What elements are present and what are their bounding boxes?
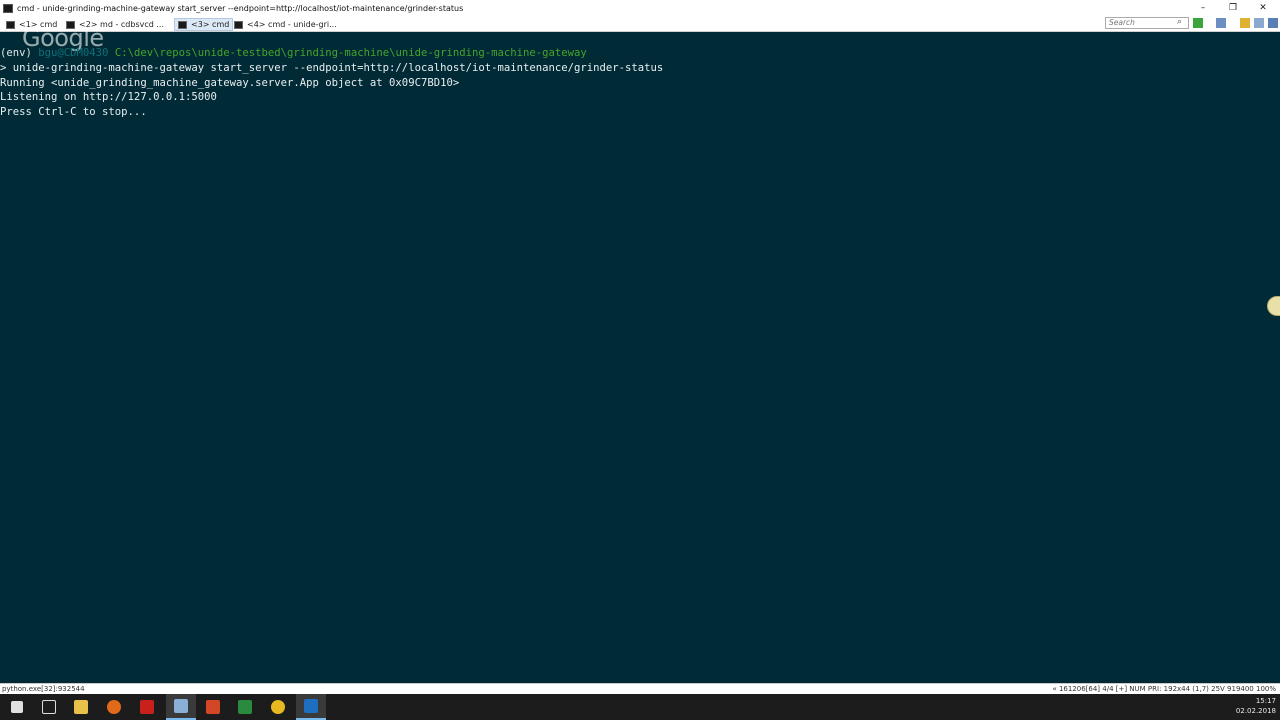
console-app-icon — [3, 3, 13, 13]
excel-icon[interactable] — [230, 694, 260, 720]
task-view-icon[interactable] — [34, 694, 64, 720]
firefox-icon[interactable] — [99, 694, 129, 720]
tab-4[interactable]: <4> cmd - unide-gri... — [234, 18, 337, 31]
title-bar: cmd - unide-grinding-machine-gateway sta… — [0, 0, 1280, 16]
clock-time: 15:17 — [1255, 697, 1276, 705]
console-icon[interactable] — [166, 694, 196, 720]
tab-label: <3> cmd — [191, 20, 230, 29]
console-tab-icon — [234, 20, 243, 29]
prompt-env: (env) — [0, 47, 39, 59]
outlook-icon[interactable] — [296, 694, 326, 720]
status-process: python.exe[32]:932544 — [2, 685, 85, 693]
lock-icon[interactable] — [1240, 18, 1250, 28]
console-line-command: > unide-grinding-machine-gateway start_s… — [0, 61, 664, 74]
windows-start-icon[interactable] — [2, 694, 32, 720]
prompt-user: bgu@CDM0430 — [38, 47, 115, 59]
powerpoint-icon[interactable] — [198, 694, 228, 720]
console-line-stop-hint: Press Ctrl-C to stop... — [0, 106, 147, 119]
status-bar: python.exe[32]:932544 « 161206[64] 4/4 [… — [0, 683, 1280, 694]
acrobat-icon[interactable] — [132, 694, 162, 720]
console-line-listening: Listening on http://127.0.0.1:5000 — [0, 91, 217, 104]
window-title: cmd - unide-grinding-machine-gateway sta… — [17, 3, 464, 13]
clock-date: 02.02.2018 — [1235, 707, 1276, 715]
console-tab-icon — [178, 20, 187, 29]
console-output[interactable]: (env) bgu@CDM0430 C:\dev\repos\unide-tes… — [0, 46, 1280, 678]
console-tab-icon — [6, 20, 15, 29]
search-icon[interactable]: ⌕ — [1177, 17, 1182, 27]
close-button[interactable]: ✕ — [1248, 0, 1278, 16]
status-info: « 161206[64] 4/4 [+] NUM PRI: 192x44 (1,… — [1052, 685, 1276, 693]
settings-icon[interactable] — [1254, 18, 1264, 28]
tab-3[interactable]: <3> cmd — [174, 18, 234, 31]
taskbar: 15:17 02.02.2018 — [0, 694, 1280, 720]
menu-icon[interactable] — [1268, 18, 1278, 28]
prompt-line: (env) bgu@CDM0430 C:\dev\repos\unide-tes… — [0, 46, 1280, 61]
console-line-running: Running <unide_grinding_machine_gateway.… — [0, 76, 460, 89]
split-view-icon[interactable] — [1216, 18, 1226, 28]
minimize-button[interactable]: – — [1188, 0, 1218, 16]
scroll-marker[interactable] — [1267, 296, 1280, 316]
chrome-icon[interactable] — [263, 694, 293, 720]
tab-label: <4> cmd - unide-gri... — [247, 20, 337, 29]
file-explorer-icon[interactable] — [66, 694, 96, 720]
tab-bar: <1> cmd <2> md - cdbsvcd ... <3> cmd <4>… — [0, 16, 1280, 32]
system-clock[interactable]: 15:17 02.02.2018 — [1236, 696, 1276, 716]
prompt-path: C:\dev\repos\unide-testbed\grinding-mach… — [114, 47, 587, 59]
add-console-icon[interactable] — [1193, 18, 1203, 28]
restore-button[interactable]: ❐ — [1218, 0, 1248, 16]
